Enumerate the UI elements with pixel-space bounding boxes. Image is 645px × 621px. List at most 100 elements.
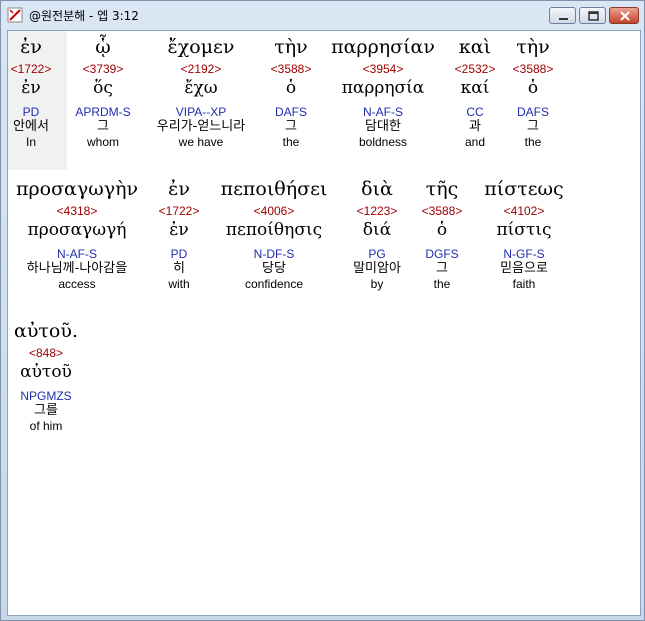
word-block[interactable]: πίστεως <4102> πίστις N-GF-S 믿음으로 faith — [484, 178, 563, 291]
parsing-code: NPGMZS — [20, 389, 72, 403]
greek-word: τὴν — [516, 36, 550, 58]
word-block[interactable]: ἐν <1722> ἐν PD 안에서 In — [11, 36, 52, 149]
korean-gloss: 그를 — [34, 403, 58, 418]
maximize-button[interactable] — [579, 7, 606, 24]
lemma: ὅς — [93, 78, 113, 98]
english-gloss: the — [524, 135, 542, 149]
english-gloss: by — [370, 277, 384, 291]
parsing-code: APRDM-S — [75, 105, 131, 119]
korean-gloss: 히 — [173, 261, 185, 276]
parsing-code: PD — [170, 247, 188, 261]
lemma: καί — [460, 78, 490, 98]
lemma: ὁ — [285, 78, 297, 98]
analysis-pane[interactable]: ἐν <1722> ἐν PD 안에서 In ᾧ <3739> ὅς APRDM… — [7, 30, 641, 616]
korean-gloss: 당당 — [262, 261, 286, 276]
word-block[interactable]: πεποιθήσει <4006> πεποίθησις N-DF-S 당당 c… — [221, 178, 328, 291]
lemma: προσαγωγή — [27, 220, 127, 240]
parsing-code: N-DF-S — [253, 247, 295, 261]
english-gloss: with — [168, 277, 190, 291]
word-block[interactable]: ᾧ <3739> ὅς APRDM-S 그 whom — [75, 36, 130, 149]
parsing-code: N-AF-S — [56, 247, 97, 261]
strong-number[interactable]: <3588> — [513, 62, 554, 76]
greek-word: προσαγωγὴν — [15, 178, 139, 200]
strong-number[interactable]: <1223> — [353, 204, 401, 218]
minimize-button[interactable] — [549, 7, 576, 24]
korean-gloss: 말미암아 — [353, 261, 401, 276]
parsing-code: PD — [22, 105, 40, 119]
korean-gloss: 그 — [285, 119, 297, 134]
strong-number[interactable]: <4102> — [484, 204, 563, 218]
strong-number[interactable]: <4318> — [16, 204, 138, 218]
word-block[interactable]: ἐν <1722> ἐν PD 히 with — [159, 178, 200, 291]
strong-number[interactable]: <2532> — [455, 62, 496, 76]
korean-gloss: 담대한 — [365, 119, 401, 134]
korean-gloss: 안에서 — [13, 119, 49, 134]
word-block[interactable]: παρρησίαν <3954> παρρησία N-AF-S 담대한 bol… — [331, 36, 435, 149]
lemma: παρρησία — [341, 78, 425, 98]
greek-word: πεποιθήσει — [220, 178, 328, 200]
english-gloss: the — [433, 277, 451, 291]
strong-number[interactable]: <3954> — [331, 62, 435, 76]
word-block[interactable]: διὰ <1223> διά PG 말미암아 by — [353, 178, 401, 291]
korean-gloss: 그 — [436, 261, 448, 276]
greek-word: πίστεως — [484, 178, 564, 200]
lemma: αὐτοῦ — [20, 362, 72, 382]
english-gloss: of him — [29, 419, 63, 433]
korean-gloss: 우리가-얻느니라 — [156, 119, 246, 134]
lemma: ἔχω — [184, 78, 218, 98]
strong-number[interactable]: <1722> — [11, 62, 52, 76]
english-gloss: faith — [512, 277, 536, 291]
greek-word: ἔχομεν — [167, 36, 235, 58]
greek-word: ἐν — [168, 178, 190, 200]
greek-word: τῆς — [425, 178, 459, 200]
strong-number[interactable]: <848> — [14, 346, 78, 360]
close-button[interactable] — [609, 7, 639, 24]
word-block[interactable]: ἔχομεν <2192> ἔχω VIPA--XP 우리가-얻느니라 we h… — [157, 36, 245, 149]
greek-word: ᾧ — [95, 36, 111, 58]
lemma: ὁ — [436, 220, 448, 240]
lemma: ὁ — [527, 78, 539, 98]
english-gloss: whom — [86, 135, 119, 149]
english-gloss: In — [25, 135, 36, 149]
word-block[interactable]: τῆς <3588> ὁ DGFS 그 the — [422, 178, 463, 291]
strong-number[interactable]: <3588> — [422, 204, 463, 218]
korean-gloss: 과 — [469, 119, 481, 134]
parsing-code: CC — [466, 105, 484, 119]
parsing-code: DAFS — [516, 105, 549, 119]
window-title: @원전분해 - 엡 3:12 — [29, 9, 139, 23]
app-window: @원전분해 - 엡 3:12 ἐν <1722> ἐν PD 안에서 In ᾧ … — [0, 0, 645, 621]
word-block[interactable]: τὴν <3588> ὁ DAFS 그 the — [513, 36, 554, 149]
word-block[interactable]: τὴν <3588> ὁ DAFS 그 the — [271, 36, 312, 149]
app-icon — [7, 7, 23, 23]
english-gloss: boldness — [358, 135, 408, 149]
english-gloss: and — [464, 135, 486, 149]
parsing-code: VIPA--XP — [175, 105, 227, 119]
strong-number[interactable]: <3739> — [75, 62, 130, 76]
english-gloss: access — [58, 277, 96, 291]
title-bar[interactable]: @원전분해 - 엡 3:12 — [1, 1, 644, 29]
strong-number[interactable]: <4006> — [221, 204, 328, 218]
parsing-code: N-GF-S — [503, 247, 545, 261]
lemma: διά — [362, 220, 392, 240]
korean-gloss: 믿음으로 — [500, 261, 548, 276]
greek-word: ἐν — [20, 36, 42, 58]
parsing-code: PG — [368, 247, 386, 261]
word-block[interactable]: προσαγωγὴν <4318> προσαγωγή N-AF-S 하나님께-… — [16, 178, 138, 291]
word-block[interactable]: καὶ <2532> καί CC 과 and — [455, 36, 496, 149]
parsing-code: DGFS — [425, 247, 459, 261]
minimize-icon — [559, 18, 568, 20]
strong-number[interactable]: <1722> — [159, 204, 200, 218]
lemma: πίστις — [496, 220, 552, 240]
lemma: ἐν — [169, 220, 189, 240]
word-block[interactable]: αὐτοῦ. <848> αὐτοῦ NPGMZS 그를 of him — [14, 320, 78, 433]
english-gloss: we have — [178, 135, 224, 149]
parsing-code: N-AF-S — [363, 105, 403, 119]
strong-number[interactable]: <3588> — [271, 62, 312, 76]
greek-word: καὶ — [458, 36, 492, 58]
korean-gloss: 하나님께-나아감을 — [26, 261, 128, 276]
strong-number[interactable]: <2192> — [157, 62, 245, 76]
korean-gloss: 그 — [527, 119, 539, 134]
close-icon — [620, 11, 630, 21]
greek-word: τὴν — [274, 36, 308, 58]
greek-word: διὰ — [361, 178, 393, 200]
